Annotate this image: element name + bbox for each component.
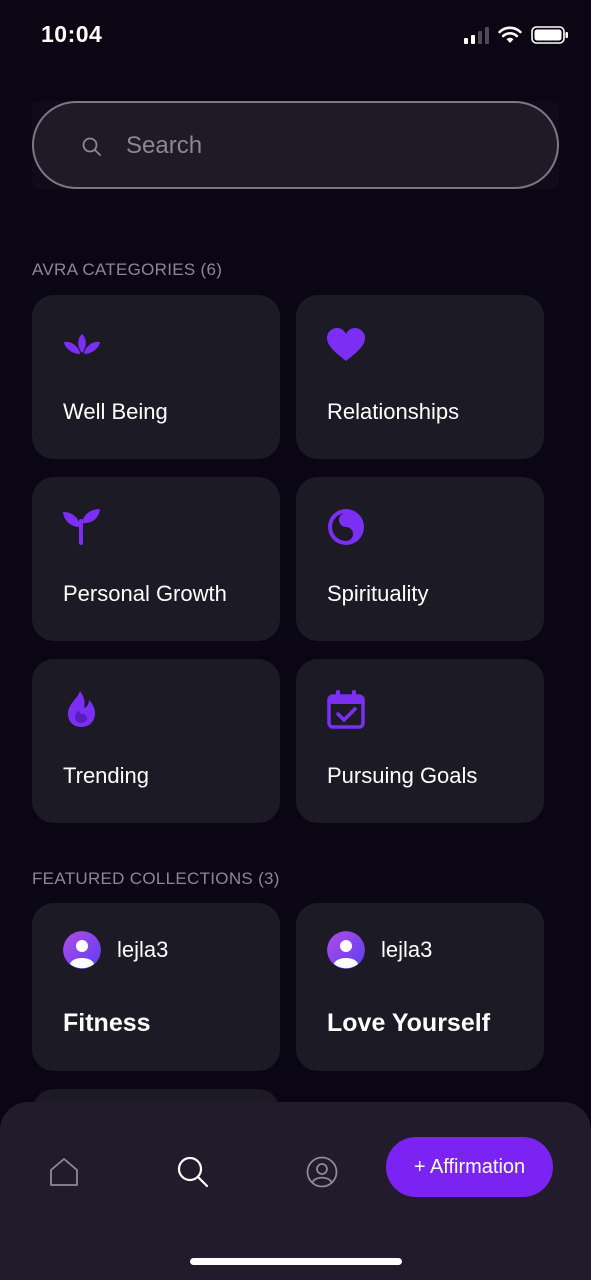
avatar: [63, 931, 101, 969]
collection-card-love-yourself[interactable]: lejla3 Love Yourself: [296, 903, 544, 1071]
search-icon: [177, 1156, 209, 1188]
bottom-nav: + Affirmation: [0, 1102, 591, 1280]
collection-title: Love Yourself: [327, 1009, 491, 1037]
collection-author: lejla3: [381, 937, 433, 962]
status-icons: [464, 26, 569, 44]
category-card-relationships[interactable]: Relationships: [296, 295, 544, 459]
heart-icon: [327, 328, 365, 361]
home-indicator: [190, 1258, 402, 1265]
add-affirmation-button[interactable]: + Affirmation: [386, 1137, 553, 1197]
cellular-signal-icon: [464, 26, 489, 44]
category-card-pursuing-goals[interactable]: Pursuing Goals: [296, 659, 544, 823]
category-label: Relationships: [327, 399, 460, 424]
user-profile-icon: [306, 1156, 338, 1188]
categories-section-title: AVRA CATEGORIES (6): [32, 260, 223, 279]
battery-icon: [531, 26, 568, 44]
collection-card-fitness[interactable]: lejla3 Fitness: [32, 903, 280, 1071]
search-bar[interactable]: [32, 101, 559, 189]
lotus-icon: [64, 334, 100, 354]
wifi-icon: [498, 26, 522, 43]
flame-icon: [68, 691, 95, 727]
category-label: Personal Growth: [63, 581, 227, 606]
nav-search-button[interactable]: [173, 1152, 213, 1192]
status-time: 10:04: [41, 21, 103, 47]
home-icon: [50, 1158, 78, 1186]
status-bar: 10:04: [0, 0, 591, 72]
collection-author: lejla3: [117, 937, 169, 962]
nav-profile-button[interactable]: [302, 1152, 342, 1192]
yin-yang-icon: [328, 509, 364, 545]
collection-title: Fitness: [63, 1009, 151, 1037]
category-card-spirituality[interactable]: Spirituality: [296, 477, 544, 641]
sprout-icon: [63, 509, 100, 545]
category-label: Pursuing Goals: [327, 763, 478, 788]
category-card-personal-growth[interactable]: Personal Growth: [32, 477, 280, 641]
category-label: Spirituality: [327, 581, 429, 606]
featured-section-title: FEATURED COLLECTIONS (3): [32, 869, 280, 888]
search-icon: [82, 137, 101, 156]
calendar-check-icon: [327, 690, 365, 729]
category-card-trending[interactable]: Trending: [32, 659, 280, 823]
category-label: Well Being: [63, 399, 168, 424]
search-container: [32, 101, 559, 189]
category-label: Trending: [63, 763, 150, 788]
category-card-well-being[interactable]: Well Being: [32, 295, 280, 459]
search-input[interactable]: [124, 123, 528, 169]
nav-home-button[interactable]: [44, 1152, 84, 1192]
avatar: [327, 931, 365, 969]
